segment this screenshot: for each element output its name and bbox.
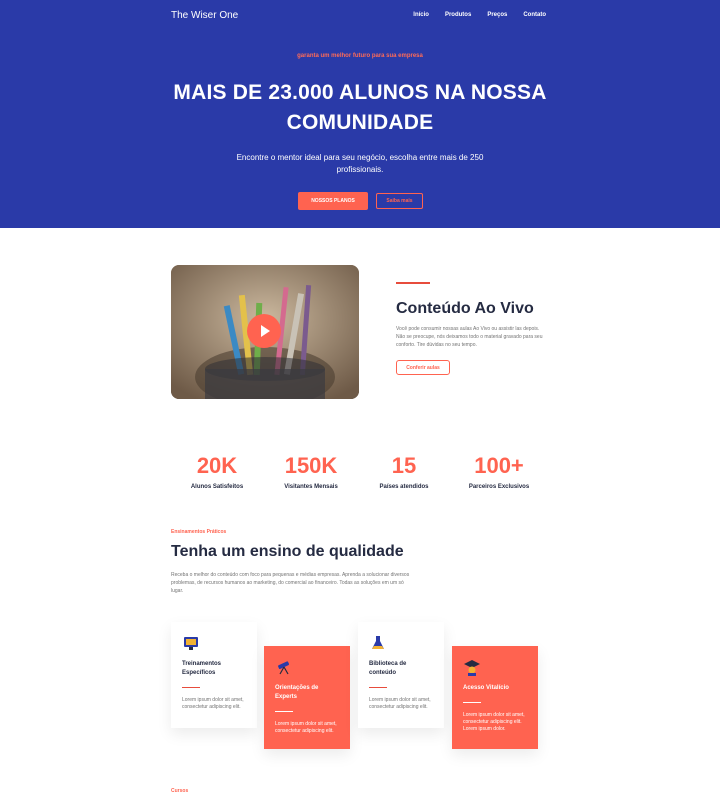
hero-headline: MAIS DE 23.000 ALUNOS NA NOSSA COMUNIDAD…	[173, 81, 547, 134]
quality-title: Tenha um ensino de qualidade	[171, 543, 404, 560]
stat-value: 150K	[284, 453, 338, 478]
stat-label: Alunos Satisfeitos	[190, 484, 244, 490]
quality-eyebrow: Ensinamentos Práticos	[171, 529, 227, 535]
stat-label: Visitantes Mensais	[284, 484, 338, 490]
play-icon	[261, 325, 270, 337]
stat-paises: 15 Países atendidos	[354, 453, 454, 491]
hero-section: The Wiser One Início Produtos Preços Con…	[0, 0, 720, 228]
graduate-icon	[464, 660, 480, 676]
hero-tagline: garanta um melhor futuro para sua empres…	[297, 53, 423, 59]
card-divider	[182, 687, 200, 688]
card-title: Biblioteca de conteúdo	[369, 661, 407, 676]
card-biblioteca[interactable]: Biblioteca de conteúdo Lorem ipsum dolor…	[358, 622, 444, 728]
main-nav: Início Produtos Preços Contato	[413, 12, 546, 18]
brand-logo[interactable]: The Wiser One	[171, 10, 238, 21]
stat-label: Parceiros Exclusivos	[468, 484, 530, 490]
nav-link-inicio[interactable]: Início	[413, 12, 429, 18]
telescope-icon	[278, 661, 290, 675]
courses-eyebrow: Cursos	[171, 788, 189, 794]
nav-link-produtos[interactable]: Produtos	[445, 12, 471, 18]
card-divider	[369, 687, 387, 688]
card-text: Lorem ipsum dolor sit amet, consectetur …	[463, 712, 525, 732]
card-divider	[275, 711, 293, 712]
card-text: Lorem ipsum dolor sit amet, consectetur …	[275, 721, 337, 734]
nav-link-contato[interactable]: Contato	[523, 12, 546, 18]
hero-subtitle: Encontre o mentor ideal para seu negócio…	[236, 153, 484, 174]
live-description: Você pode consumir nossas aulas Ao Vivo …	[396, 326, 543, 348]
card-acesso-vitalicio[interactable]: Acesso Vitalício Lorem ipsum dolor sit a…	[452, 646, 538, 749]
nav-link-precos[interactable]: Preços	[487, 12, 507, 18]
stat-visitantes: 150K Visitantes Mensais	[261, 453, 361, 491]
card-orientacoes[interactable]: Orientações de Experts Lorem ipsum dolor…	[264, 646, 350, 749]
screen-icon	[184, 637, 198, 650]
live-title: Conteúdo Ao Vivo	[396, 300, 534, 317]
accent-line	[396, 282, 430, 284]
card-title: Orientações de Experts	[275, 685, 319, 700]
card-divider	[463, 702, 481, 703]
flask-icon	[372, 636, 384, 649]
card-title: Acesso Vitalício	[463, 685, 509, 691]
stat-alunos: 20K Alunos Satisfeitos	[167, 453, 267, 491]
stat-value: 15	[391, 453, 417, 478]
card-title: Treinamentos Específicos	[182, 661, 222, 676]
stat-value: 20K	[196, 453, 238, 478]
stat-label: Países atendidos	[379, 484, 429, 490]
conferir-aulas-button[interactable]: Conferir aulas	[396, 360, 450, 375]
card-treinamentos[interactable]: Treinamentos Específicos Lorem ipsum dol…	[171, 622, 257, 728]
saiba-mais-button[interactable]: Saiba mais	[376, 193, 423, 209]
nossos-planos-button[interactable]: NOSSOS PLANOS	[298, 192, 368, 210]
stat-parceiros: 100+ Parceiros Exclusivos	[449, 453, 549, 491]
play-button[interactable]	[247, 314, 281, 348]
card-text: Lorem ipsum dolor sit amet, consectetur …	[182, 697, 244, 710]
stat-value: 100+	[474, 453, 524, 478]
card-text: Lorem ipsum dolor sit amet, consectetur …	[369, 697, 431, 710]
quality-description: Receba o melhor do conteúdo com foco par…	[171, 572, 410, 594]
